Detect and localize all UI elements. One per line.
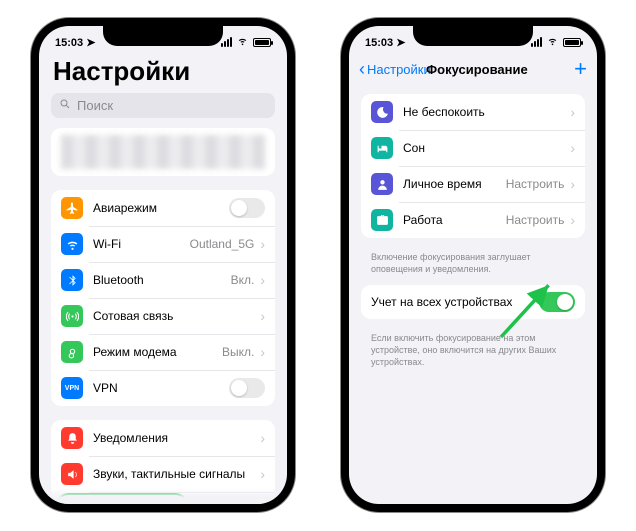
location-icon: ➤ (86, 36, 95, 49)
row-sounds[interactable]: Звуки, тактильные сигналы › (51, 456, 275, 492)
row-work[interactable]: Работа Настроить › (361, 202, 585, 238)
connectivity-group: Авиарежим Wi-Fi Outland_5G › Bluetooth В… (51, 190, 275, 406)
notch (413, 26, 533, 46)
moon-icon (371, 101, 393, 123)
chevron-right-icon: › (570, 212, 575, 228)
share-toggle[interactable] (539, 292, 575, 312)
share-group: Учет на всех устройствах (361, 285, 585, 319)
battery-icon (253, 38, 271, 47)
row-airplane[interactable]: Авиарежим (51, 190, 275, 226)
add-button[interactable]: + (563, 56, 587, 82)
chevron-right-icon: › (570, 176, 575, 192)
row-sleep[interactable]: Сон › (361, 130, 585, 166)
row-notifications[interactable]: Уведомления › (51, 420, 275, 456)
briefcase-icon (371, 209, 393, 231)
profile-card[interactable] (51, 128, 275, 176)
search-icon (59, 98, 71, 113)
profile-blurred (61, 135, 265, 169)
cellular-signal-icon (221, 37, 232, 47)
battery-icon (563, 38, 581, 47)
focus-note: Включение фокусирования заглушает оповещ… (349, 252, 597, 285)
page-title: Настройки (39, 54, 287, 93)
sounds-icon (61, 463, 83, 485)
bed-icon (371, 137, 393, 159)
airplane-toggle[interactable] (229, 198, 265, 218)
hotspot-icon (61, 341, 83, 363)
cellular-icon (61, 305, 83, 327)
chevron-right-icon: › (260, 308, 265, 324)
chevron-left-icon: ‹ (359, 59, 365, 80)
chevron-right-icon: › (570, 140, 575, 156)
wifi-icon (546, 36, 559, 49)
location-icon: ➤ (396, 36, 405, 49)
row-cellular[interactable]: Сотовая связь › (51, 298, 275, 334)
chevron-right-icon: › (260, 236, 265, 252)
share-note: Если включить фокусирование на этом устр… (349, 333, 597, 378)
chevron-right-icon: › (260, 466, 265, 482)
bluetooth-icon (61, 269, 83, 291)
vpn-icon: VPN (61, 377, 83, 399)
row-bluetooth[interactable]: Bluetooth Вкл. › (51, 262, 275, 298)
chevron-right-icon: › (570, 104, 575, 120)
row-dnd[interactable]: Не беспокоить › (361, 94, 585, 130)
cellular-signal-icon (531, 37, 542, 47)
nav-title: Фокусирование (391, 62, 563, 77)
chevron-right-icon: › (260, 272, 265, 288)
notch (103, 26, 223, 46)
search-input[interactable]: Поиск (51, 93, 275, 118)
row-personal[interactable]: Личное время Настроить › (361, 166, 585, 202)
nav-bar: ‹ Настройки Фокусирование + (349, 54, 597, 88)
chevron-right-icon: › (260, 344, 265, 360)
focus-modes-group: Не беспокоить › Сон › Личное время Настр… (361, 94, 585, 238)
chevron-right-icon: › (260, 430, 265, 446)
person-icon (371, 173, 393, 195)
row-share-across-devices[interactable]: Учет на всех устройствах (361, 285, 585, 319)
notifications-icon (61, 427, 83, 449)
phone-right: 15:03 ➤ ‹ Настройки Фокусирование + Не б… (341, 18, 605, 512)
row-wifi[interactable]: Wi-Fi Outland_5G › (51, 226, 275, 262)
wifi-icon (236, 36, 249, 49)
airplane-icon (61, 197, 83, 219)
wifi-settings-icon (61, 233, 83, 255)
vpn-toggle[interactable] (229, 378, 265, 398)
phone-left: 15:03 ➤ Настройки Поиск Авиаре (31, 18, 295, 512)
row-hotspot[interactable]: Режим модема Выкл. › (51, 334, 275, 370)
row-vpn[interactable]: VPN VPN (51, 370, 275, 406)
